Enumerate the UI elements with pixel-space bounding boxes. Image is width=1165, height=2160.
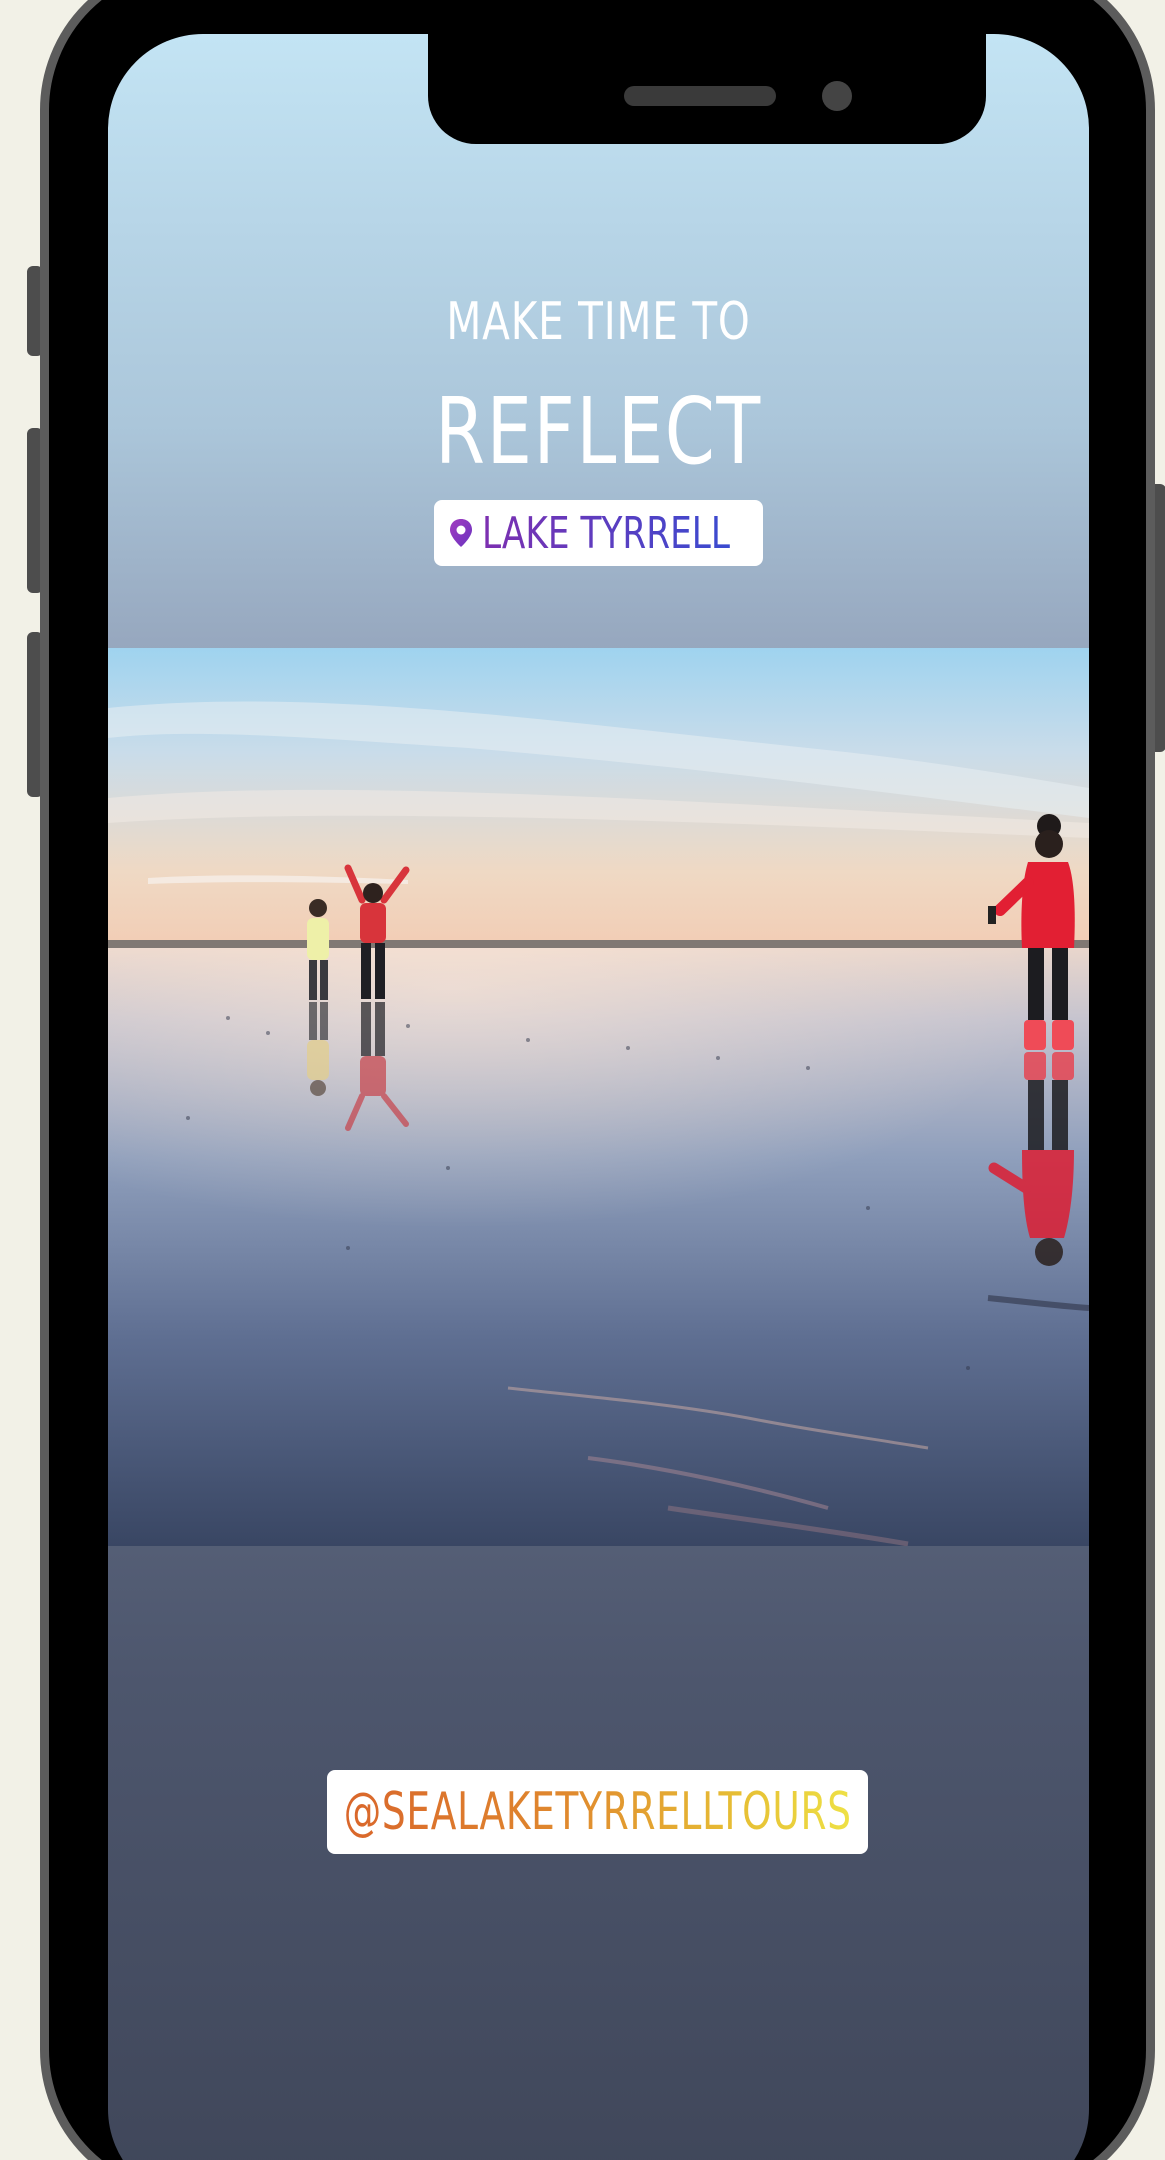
speaker-grille <box>624 86 776 106</box>
location-pin-icon <box>449 519 472 547</box>
story-headline: REFLECT <box>435 378 762 485</box>
salt-lake-reflection-photo <box>108 648 1089 1546</box>
front-camera-icon <box>822 81 852 111</box>
mention-sticker[interactable]: @SEALAKETYRRELLTOURS <box>327 1770 868 1854</box>
mention-label: @SEALAKETYRRELLTOURS <box>343 1782 852 1842</box>
story-kicker-text: MAKE TIME TO <box>446 292 751 352</box>
location-label: LAKE TYRRELL <box>481 507 730 559</box>
location-sticker[interactable]: LAKE TYRRELL <box>434 500 763 566</box>
page: MAKE TIME TO REFLECT LAKE TYRRELL @SEALA… <box>0 0 1165 2160</box>
story-photo <box>108 648 1089 1546</box>
